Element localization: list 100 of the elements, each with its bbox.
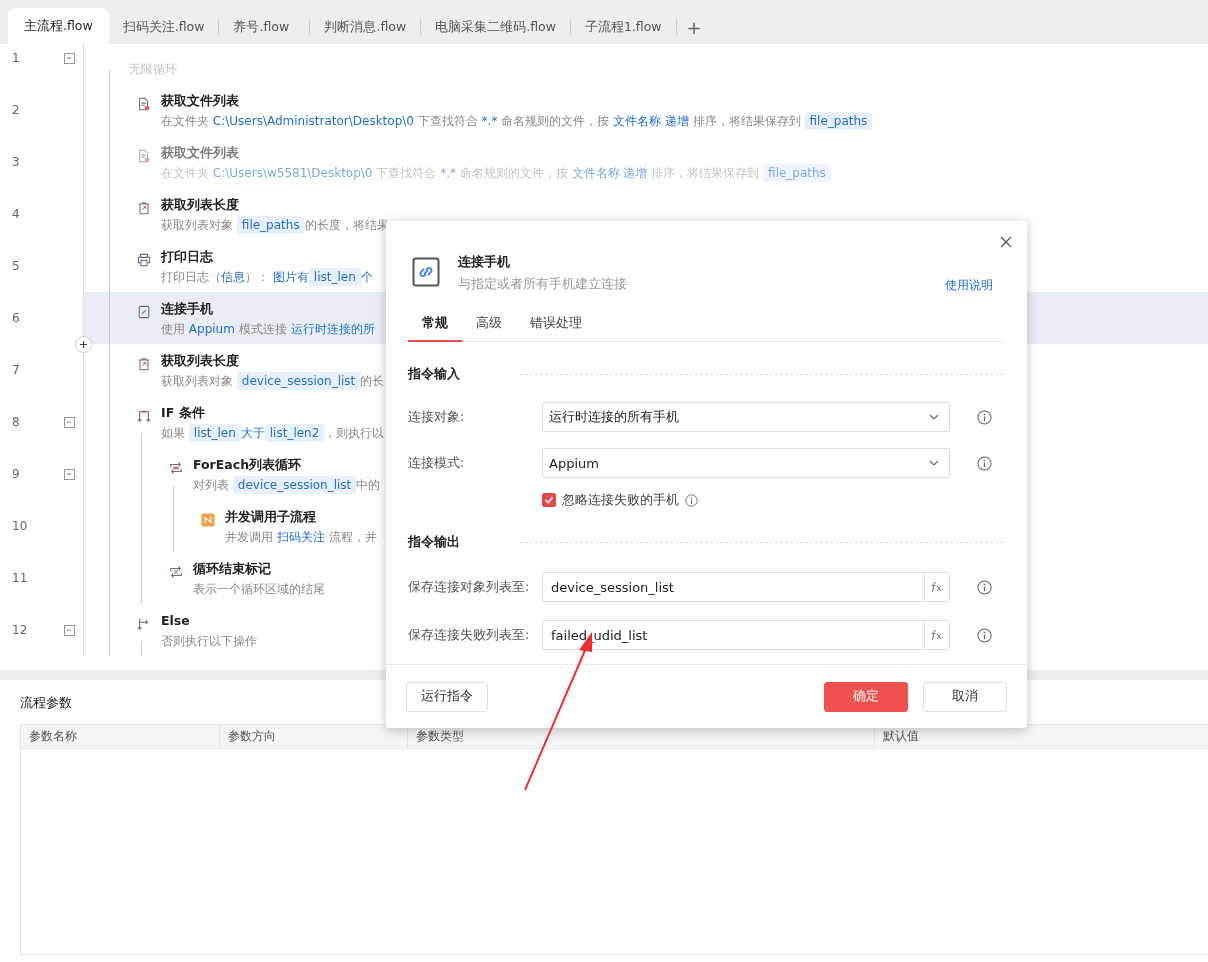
file-tab[interactable]: 判断消息.flow	[310, 10, 421, 44]
dropdown[interactable]: 运行时连接的所有手机	[542, 402, 950, 432]
variable-chip: device_session_list	[232, 476, 357, 494]
parameter-value: 图片有	[272, 270, 309, 284]
file-tab[interactable]: 电脑采集二维码.flow	[421, 10, 570, 44]
step-description: 对列表 device_session_list 中的	[193, 475, 381, 496]
step-description: 表示一个循环区域的结尾	[193, 581, 325, 598]
trash-icon	[137, 357, 151, 371]
phone-link-icon	[412, 257, 440, 287]
variable-field[interactable]: device_session_list	[542, 572, 924, 602]
phone-link-icon	[137, 305, 151, 319]
parameter-value: C:\Users\Administrator\Desktop\0	[212, 114, 414, 128]
variable-chip: list_len2	[264, 424, 325, 442]
line-number: 8	[11, 414, 21, 431]
parameter-value: *.*	[440, 166, 456, 180]
field-label: 连接模式:	[408, 454, 466, 472]
step-title: 获取列表长度	[161, 352, 239, 370]
checkbox[interactable]	[542, 493, 556, 507]
step-title: 打印日志	[161, 248, 213, 266]
trash-icon	[137, 201, 151, 215]
variable-chip: file_paths	[763, 164, 831, 182]
file-tab[interactable]: 养号.flow	[219, 10, 310, 44]
step-title: 获取文件列表	[161, 92, 239, 110]
file-tab[interactable]: 扫码关注.flow	[108, 10, 219, 44]
confirm-button[interactable]: 确定	[824, 681, 908, 712]
info-icon[interactable]	[977, 409, 992, 425]
step-description: 否则执行以下操作	[161, 633, 257, 650]
function-icon	[930, 581, 944, 593]
close-icon[interactable]	[1000, 236, 1012, 248]
panel-title: 流程参数	[20, 694, 72, 712]
step-description: 使用 Appium 模式连接 运行时连接的所	[161, 321, 375, 338]
info-icon[interactable]	[977, 627, 992, 643]
line-number: 1	[11, 50, 21, 67]
step-title: 获取文件列表	[161, 144, 239, 162]
step-title: 连接手机	[161, 300, 213, 318]
dialog-tab[interactable]: 常规	[408, 314, 462, 342]
column-header: 参数名称	[21, 725, 220, 748]
else-branch-icon	[137, 617, 151, 631]
cancel-button[interactable]: 取消	[923, 681, 1007, 712]
variable-chip: device_session_list	[236, 372, 361, 390]
variable-chip: list_len	[188, 424, 241, 442]
document-icon	[137, 97, 151, 111]
parameter-value: 文件名称 递增	[613, 114, 689, 128]
parameter-value: 扫码关注	[276, 530, 325, 544]
chevron-down-icon	[929, 460, 939, 466]
line-number: 3	[11, 154, 21, 171]
help-link[interactable]: 使用说明	[945, 277, 993, 294]
document-icon	[137, 149, 151, 163]
parameter-value: 文件名称 递增	[571, 166, 648, 180]
line-number: 11	[11, 570, 29, 587]
parameter-value: 个	[360, 270, 373, 284]
parameter-value: 信息	[221, 270, 245, 284]
info-icon[interactable]	[977, 579, 992, 595]
parameter-value: Appium	[188, 322, 235, 336]
step-title: 并发调用子流程	[225, 508, 316, 526]
variable-field[interactable]: failed_udid_list	[542, 620, 924, 650]
step-description: 打印日志（信息）： 图片有 list_len 个	[161, 267, 373, 288]
printer-icon	[137, 253, 151, 267]
loop-icon	[169, 461, 183, 475]
parameter-value: 大于	[240, 426, 265, 440]
line-number: 10	[11, 518, 29, 535]
line-number: 5	[11, 258, 21, 275]
line-number: 2	[11, 102, 21, 119]
parallel-flow-icon	[201, 513, 215, 527]
dialog-subtitle: 与指定或者所有手机建立连接	[458, 276, 628, 293]
parameter-value: C:\Users\w5581\Desktop\0	[212, 166, 373, 180]
info-icon[interactable]	[685, 493, 698, 507]
function-icon	[930, 629, 944, 641]
add-tab-button[interactable]: +	[676, 10, 712, 44]
dialog-tab[interactable]: 高级	[462, 314, 516, 342]
dropdown[interactable]: Appium	[542, 448, 950, 478]
function-button[interactable]	[924, 620, 950, 650]
field-label: 保存连接对象列表至:	[408, 578, 531, 596]
dialog-tab[interactable]: 错误处理	[516, 314, 596, 342]
line-number: 12	[11, 622, 29, 639]
run-button[interactable]: 运行指令	[406, 681, 488, 712]
step-description: 如果 list_len 大于 list_len2 ，则执行以	[161, 423, 385, 444]
field-label: 连接对象:	[408, 408, 466, 426]
branch-icon	[137, 409, 151, 423]
variable-chip: list_len	[308, 268, 361, 286]
checkbox-label: 忽略连接失败的手机	[562, 491, 679, 509]
step-title: IF 条件	[161, 404, 205, 422]
step-title: Else	[161, 612, 190, 630]
line-number: 6	[11, 310, 21, 327]
info-icon[interactable]	[977, 455, 992, 471]
step-title: 循环结束标记	[193, 560, 271, 578]
step-description: 并发调用 扫码关注 流程，并	[225, 529, 377, 546]
file-tab[interactable]: 子流程1.flow	[570, 10, 676, 44]
function-button[interactable]	[924, 572, 950, 602]
step-title: ForEach列表循环	[193, 456, 302, 474]
line-number: 4	[11, 206, 21, 223]
section-title: 指令输出	[408, 533, 460, 551]
section-title: 指令输入	[408, 365, 460, 383]
dialog-title: 连接手机	[458, 253, 511, 271]
parameter-value: 运行时连接的所	[290, 322, 375, 336]
file-tab[interactable]: 主流程.flow	[8, 8, 109, 44]
chevron-down-icon	[929, 414, 939, 420]
step-description: 获取列表对象 device_session_list 的长	[161, 371, 385, 392]
variable-chip: file_paths	[236, 216, 305, 234]
field-label: 保存连接失败列表至:	[408, 626, 531, 644]
